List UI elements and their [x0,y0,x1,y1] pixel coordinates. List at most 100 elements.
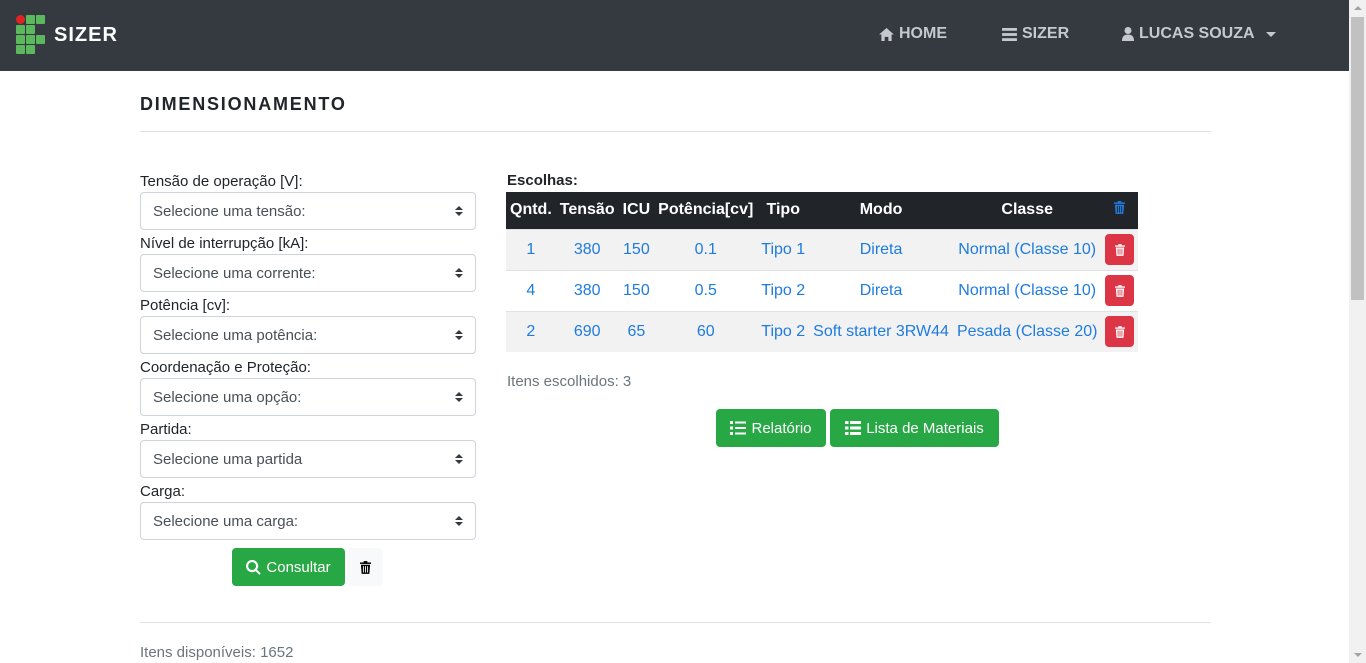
cell-qty: 1 [506,228,556,270]
cell-mode: Direta [809,269,953,311]
scroll-thumb[interactable] [1351,17,1364,300]
voltage-label: Tensão de operação [V]: [140,173,303,190]
col-mode: Modo [809,192,953,229]
cell-type: Tipo 2 [757,269,810,311]
clear-form-button[interactable] [347,548,383,586]
col-qty: Qntd. [506,192,556,229]
cell-voltage: 380 [555,228,619,270]
brand-name: SIZER [54,23,118,46]
col-power: Potência[cv] [654,192,758,229]
current-select[interactable]: Selecione uma corrente: [140,254,476,292]
nav-home[interactable]: HOME [879,25,947,43]
search-icon [246,559,262,575]
trash-icon [1114,201,1126,215]
cell-class: Normal (Classe 10) [952,228,1102,270]
cell-qty: 2 [506,310,556,352]
page-scrollbar[interactable] [1349,0,1366,663]
coordination-select[interactable]: Selecione uma opção: [140,378,476,416]
trash-icon [1114,243,1125,256]
table-row: 2 690 65 60 Tipo 2 Soft starter 3RW44 Pe… [506,310,1139,352]
choices-title: Escolhas: [507,172,578,189]
cell-icu: 150 [618,228,655,270]
cell-power: 0.5 [654,269,758,311]
delete-row-button[interactable] [1105,275,1135,306]
power-label: Potência [cv]: [140,297,231,314]
nav-sizer-label: SIZER [1022,25,1070,42]
table-row: 4 380 150 0.5 Tipo 2 Direta Normal (Clas… [506,269,1139,311]
cell-type: Tipo 1 [757,228,810,270]
select-arrows-icon [455,516,463,526]
row-action [1101,269,1139,311]
trash-icon [359,560,371,574]
voltage-select[interactable]: Selecione uma tensão: [140,192,476,230]
materials-list-button[interactable]: Lista de Materiais [830,409,999,447]
choices-table: Qntd. Tensão ICU Potência[cv] Tipo Modo … [506,192,1139,352]
cell-power: 0.1 [654,228,758,270]
consult-button[interactable]: Consultar [232,548,345,586]
scroll-up-arrow[interactable] [1349,0,1366,17]
select-arrows-icon [455,206,463,216]
current-select-value: Selecione uma corrente: [153,264,316,282]
select-arrows-icon [455,268,463,278]
list-icon [1002,27,1017,41]
chevron-down-icon [1265,31,1276,37]
cell-voltage: 380 [555,269,619,311]
nav-user-dropdown[interactable]: LUCAS SOUZA [1122,25,1276,43]
report-button[interactable]: Relatório [716,409,826,447]
table-header-row: Qntd. Tensão ICU Potência[cv] Tipo Modo … [506,192,1139,229]
logo-icon [16,15,48,55]
trash-icon [1114,284,1125,297]
cell-mode: Direta [809,228,953,270]
page-title: DIMENSIONAMENTO [140,94,347,114]
col-voltage: Tensão [555,192,619,229]
home-icon [879,27,894,41]
cell-qty: 4 [506,269,556,311]
delete-row-button[interactable] [1105,234,1135,265]
cell-icu: 150 [618,269,655,311]
starting-select[interactable]: Selecione uma partida [140,440,476,478]
delete-all-button[interactable] [1101,192,1139,229]
trash-icon [1114,325,1125,338]
divider [140,622,1211,623]
available-count: Itens disponíveis: 1652 [140,644,294,661]
nav-sizer[interactable]: SIZER [1002,25,1069,43]
nav-user-label: LUCAS SOUZA [1139,25,1255,42]
cell-icu: 65 [618,310,655,352]
select-arrows-icon [455,454,463,464]
starting-select-value: Selecione uma partida [153,450,303,468]
coordination-select-value: Selecione uma opção: [153,388,302,406]
cell-type: Tipo 2 [757,310,810,352]
search-form: Tensão de operação [V]: Selecione uma te… [140,171,476,543]
cell-class: Pesada (Classe 20) [952,310,1102,352]
col-icu: ICU [618,192,655,229]
list-ol-icon [730,421,747,435]
cell-mode: Soft starter 3RW44 [809,310,953,352]
chosen-count: Itens escolhidos: 3 [507,373,632,390]
delete-row-button[interactable] [1105,316,1135,348]
divider [140,131,1211,132]
select-arrows-icon [455,330,463,340]
col-class: Classe [952,192,1102,229]
col-type: Tipo [757,192,810,229]
nav-home-label: HOME [899,25,947,42]
select-arrows-icon [455,392,463,402]
list-icon [845,421,862,435]
cell-class: Normal (Classe 10) [952,269,1102,311]
cell-voltage: 690 [555,310,619,352]
interruption-label: Nível de interrupção [kA]: [140,235,309,252]
table-row: 1 380 150 0.1 Tipo 1 Direta Normal (Clas… [506,228,1139,270]
power-select[interactable]: Selecione uma potência: [140,316,476,354]
user-icon [1122,27,1134,41]
consult-button-label: Consultar [266,558,331,576]
load-select[interactable]: Selecione uma carga: [140,502,476,540]
scroll-down-arrow[interactable] [1349,646,1366,663]
report-button-label: Relatório [751,419,812,437]
load-label: Carga: [140,483,186,500]
starting-label: Partida: [140,421,192,438]
row-action [1101,228,1139,270]
power-select-value: Selecione uma potência: [153,326,318,344]
voltage-select-value: Selecione uma tensão: [153,202,306,220]
coordination-label: Coordenação e Proteção: [140,359,311,376]
load-select-value: Selecione uma carga: [153,512,299,530]
brand[interactable]: SIZER [16,15,118,55]
